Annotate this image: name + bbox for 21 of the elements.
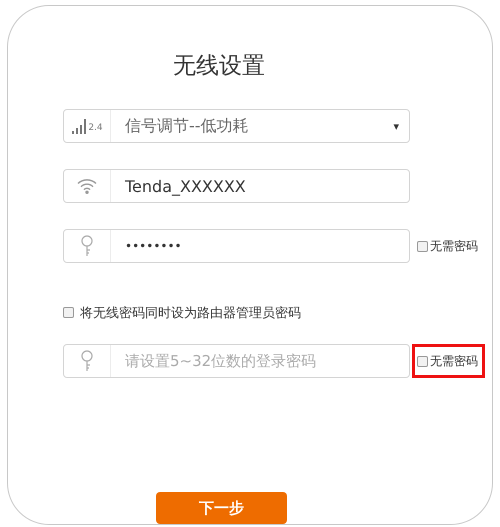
- signal-select[interactable]: 2.4 信号调节--低功耗 ▾: [63, 109, 410, 143]
- page-title: 无线设置: [173, 52, 266, 81]
- ssid-field[interactable]: Tenda_XXXXXX: [63, 169, 410, 203]
- no-password-option[interactable]: 无需密码: [412, 229, 485, 263]
- no-password-option[interactable]: 无需密码: [412, 344, 485, 378]
- signal-icon: [71, 118, 88, 134]
- checkbox[interactable]: [63, 307, 74, 318]
- dropdown-arrow-icon: ▾: [393, 120, 409, 132]
- select-value: 信号调节--低功耗: [124, 116, 250, 136]
- password-field[interactable]: ••••••••: [63, 229, 410, 263]
- checkbox[interactable]: [417, 356, 428, 367]
- band-label: 2.4: [88, 123, 103, 133]
- wifi-icon: [77, 178, 97, 194]
- checkbox-label: 无需密码: [430, 352, 478, 370]
- checkbox[interactable]: [417, 240, 428, 252]
- checkbox-label: 无需密码: [430, 238, 478, 254]
- key-icon: [80, 235, 94, 257]
- field-value: ••••••••: [124, 239, 183, 253]
- field-value: Tenda_XXXXXX: [124, 176, 247, 196]
- field-placeholder: 请设置5~32位数的登录密码: [124, 352, 318, 371]
- key-icon: [80, 350, 94, 372]
